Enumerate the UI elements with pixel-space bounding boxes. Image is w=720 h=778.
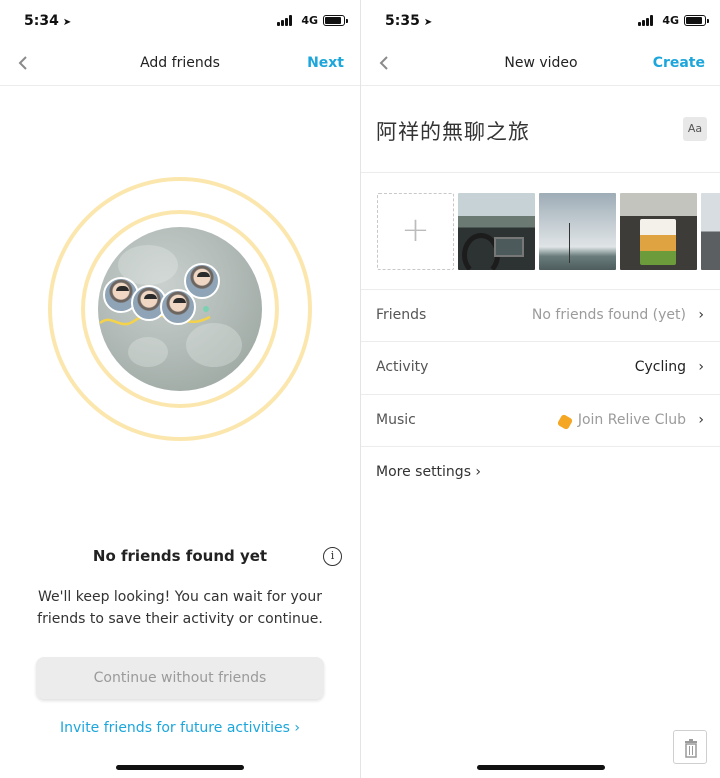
status-time: 5:35 ➤ [385, 13, 433, 29]
media-thumbnail[interactable] [458, 193, 535, 270]
divider [361, 172, 720, 173]
invite-friends-link[interactable]: Invite friends for future activities › [0, 720, 360, 736]
battery-icon [323, 15, 348, 26]
settings-row-activity[interactable]: Activity Cycling › [361, 342, 720, 394]
nav-bar: Add friends Next [0, 44, 360, 86]
settings-row-friends[interactable]: Friends No friends found (yet) › [361, 290, 720, 342]
add-friends-screen: 5:34 ➤ 4G Add friends Next No friends fo… [0, 0, 360, 778]
continue-without-friends-button[interactable]: Continue without friends [36, 657, 324, 699]
signal-icon [638, 15, 655, 26]
home-indicator [477, 765, 605, 770]
info-icon[interactable]: i [323, 547, 342, 566]
settings-row-label: Music [376, 412, 416, 428]
new-video-screen: 5:35 ➤ 4G New video Create 阿祥的無聊之旅 Aa + F… [360, 0, 720, 778]
divider [361, 446, 720, 447]
status-bar: 5:34 ➤ 4G [0, 0, 360, 44]
trash-icon [685, 739, 697, 758]
add-media-button[interactable]: + [377, 193, 454, 270]
friend-avatar [184, 263, 220, 299]
media-thumbnail[interactable] [539, 193, 616, 270]
signal-icon [277, 15, 294, 26]
network-label: 4G [301, 14, 318, 27]
settings-row-label: Activity [376, 359, 429, 375]
video-title-input[interactable]: 阿祥的無聊之旅 [376, 116, 530, 146]
location-arrow-icon: ➤ [62, 17, 72, 28]
chevron-right-icon: › [698, 307, 704, 323]
home-indicator [116, 765, 244, 770]
create-button[interactable]: Create [653, 55, 705, 71]
location-arrow-icon: ➤ [423, 17, 433, 28]
empty-state-title: No friends found yet [92, 547, 268, 565]
settings-row-value: No friends found (yet) [531, 307, 686, 323]
next-button[interactable]: Next [307, 55, 344, 71]
more-settings-link[interactable]: More settings › [376, 464, 481, 480]
status-time: 5:34 ➤ [24, 13, 72, 29]
empty-state-body: We'll keep looking! You can wait for you… [37, 589, 323, 627]
settings-row-label: Friends [376, 307, 427, 323]
media-thumbnail[interactable] [701, 193, 720, 270]
chevron-right-icon: › [698, 359, 704, 375]
settings-row-music[interactable]: Music Join Relive Club › [361, 395, 720, 447]
network-label: 4G [662, 14, 679, 27]
settings-row-value: Join Relive Club [577, 412, 686, 428]
friends-radar [48, 177, 312, 441]
status-bar: 5:35 ➤ 4G [361, 0, 720, 44]
media-thumbnail[interactable] [620, 193, 697, 270]
settings-row-value: Cycling [634, 359, 686, 375]
map-preview [98, 227, 262, 391]
relive-club-icon [556, 413, 574, 431]
nav-bar: New video Create [361, 44, 720, 86]
page-title: Add friends [140, 55, 220, 71]
chevron-right-icon: › [698, 412, 704, 428]
delete-button[interactable] [673, 730, 707, 764]
battery-icon [684, 15, 709, 26]
font-style-button[interactable]: Aa [683, 117, 707, 141]
